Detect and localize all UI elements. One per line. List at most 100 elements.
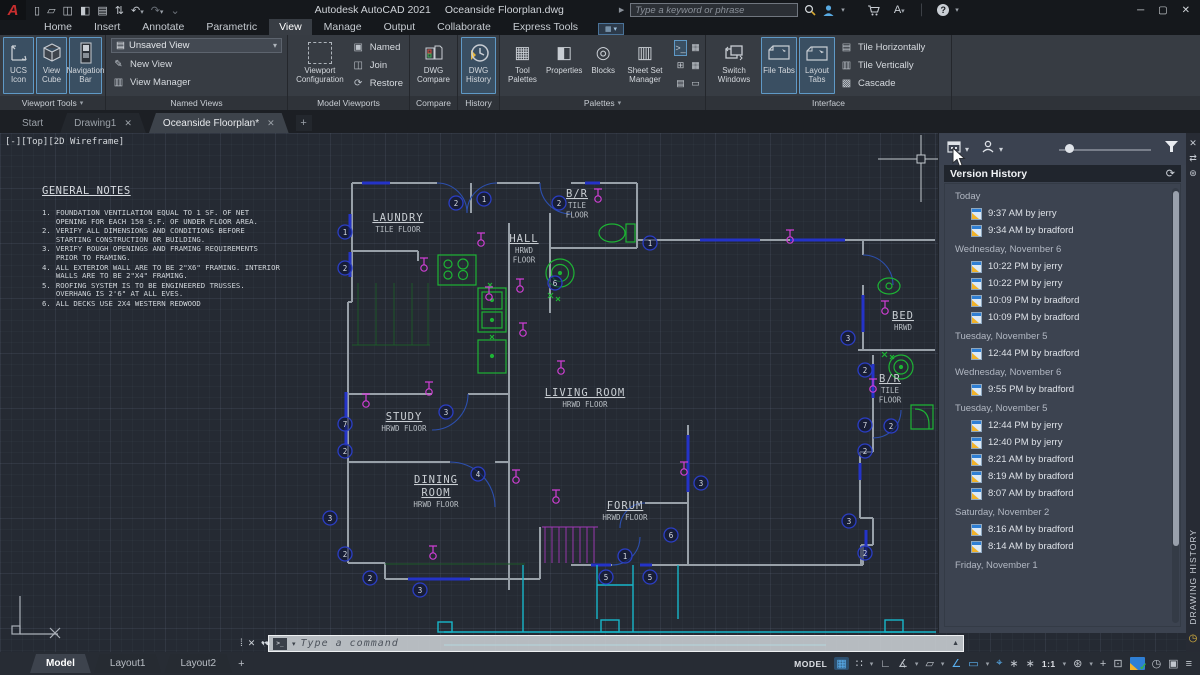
model-space-label[interactable]: MODEL	[794, 659, 827, 669]
polar-tracking-icon[interactable]: ∡	[898, 657, 908, 670]
join-viewport-button[interactable]: ◫ Join	[349, 57, 406, 75]
app-store-cart-icon[interactable]	[867, 4, 880, 16]
customization-menu-icon[interactable]: ≡	[1186, 658, 1192, 670]
new-layout-icon[interactable]: +	[238, 658, 244, 670]
ribbon-tab-output[interactable]: Output	[374, 19, 426, 35]
sign-in-user-icon[interactable]	[822, 4, 835, 17]
layout-tab-layout2[interactable]: Layout2	[164, 654, 232, 673]
autocad-logo-icon[interactable]: A	[0, 0, 26, 20]
panel-label-viewport-tools[interactable]: Viewport Tools ▾	[0, 96, 105, 110]
case-icon[interactable]: ▭	[689, 76, 702, 92]
version-entry[interactable]: 8:07 AM by bradford	[945, 485, 1180, 502]
scale-caret-icon[interactable]: ▾	[1063, 660, 1067, 668]
command-input[interactable]: >_ ▾ Type a command ▲	[268, 635, 964, 652]
panel-label-named-views[interactable]: Named Views	[106, 96, 287, 110]
help-icon[interactable]: ?	[937, 4, 950, 16]
annotation-visibility-icon[interactable]: ∗	[1026, 657, 1035, 670]
panel-label-interface[interactable]: Interface	[706, 96, 951, 110]
close-tab-icon[interactable]: ✕	[124, 118, 132, 129]
save-icon[interactable]: ◫	[63, 4, 73, 17]
version-entry[interactable]: 12:44 PM by bradford	[945, 345, 1180, 362]
close-button[interactable]: ✕	[1182, 5, 1190, 16]
isolate-objects-icon[interactable]: ⊡	[1113, 657, 1122, 670]
file-tab-start[interactable]: Start	[8, 113, 57, 133]
command-history-up-icon[interactable]: ▲	[952, 640, 959, 647]
search-input[interactable]: Type a keyword or phrase	[630, 3, 799, 17]
isometric-drafting-icon[interactable]: ▱	[925, 657, 933, 670]
clean-screen-icon[interactable]: ▣	[1168, 657, 1178, 670]
layout-tab-model[interactable]: Model	[30, 654, 91, 673]
version-range-slider[interactable]	[1059, 144, 1151, 154]
redo-icon[interactable]: ↷▾	[151, 4, 164, 17]
ortho-mode-icon[interactable]: ∟	[880, 658, 891, 670]
command-line-icon[interactable]: >_	[674, 39, 687, 56]
restore-button[interactable]: ▢	[1158, 5, 1167, 16]
file-tab-drawing1[interactable]: Drawing1 ✕	[60, 113, 146, 133]
user-caret-icon[interactable]: ▾	[841, 6, 845, 14]
tile-horizontally-button[interactable]: ▤ Tile Horizontally	[837, 39, 928, 57]
ribbon-tab-view[interactable]: View	[269, 19, 312, 35]
scrollbar-thumb[interactable]	[1172, 191, 1179, 546]
workspace-caret-icon[interactable]: ▾	[1089, 660, 1093, 668]
object-snap-icon[interactable]: ▭	[968, 657, 978, 670]
viewport-configuration-button[interactable]: Viewport Configuration	[291, 37, 349, 94]
command-bar-grip-icon[interactable]: ⁞	[240, 638, 243, 649]
drawing-history-status-icon[interactable]: ◷	[1152, 657, 1162, 670]
version-entry[interactable]: 10:22 PM by jerry	[945, 258, 1180, 275]
search-expand-icon[interactable]: ▶	[619, 6, 624, 14]
osnap-caret-icon[interactable]: ▾	[986, 660, 990, 668]
save-as-icon[interactable]: ◧	[80, 4, 90, 17]
open-file-icon[interactable]: ▱	[47, 4, 55, 17]
version-entry[interactable]: 8:14 AM by bradford	[945, 538, 1180, 555]
polar-caret-icon[interactable]: ▾	[915, 660, 919, 668]
version-entry[interactable]: 8:19 AM by bradford	[945, 468, 1180, 485]
version-entry[interactable]: 8:21 AM by bradford	[945, 451, 1180, 468]
command-prompt-icon[interactable]: >_	[273, 637, 287, 650]
command-bar-close-icon[interactable]: ✕	[248, 638, 256, 649]
layout-tabs-button[interactable]: Layout Tabs	[799, 37, 835, 94]
palette-close-icon[interactable]: ✕	[1189, 138, 1197, 153]
cascade-button[interactable]: ▩ Cascade	[837, 75, 928, 93]
slider-knob[interactable]	[1065, 144, 1074, 153]
blocks-button[interactable]: ◎ Blocks	[587, 37, 620, 94]
layout-tab-layout1[interactable]: Layout1	[94, 654, 162, 673]
version-entry[interactable]: 12:44 PM by jerry	[945, 417, 1180, 434]
version-entry[interactable]: 8:16 AM by bradford	[945, 521, 1180, 538]
refresh-icon[interactable]: ⟳	[1166, 167, 1175, 180]
file-tab-oceanside-floorplan[interactable]: Oceanside Floorplan* ✕	[149, 113, 289, 133]
version-entry[interactable]: 10:22 PM by jerry	[945, 275, 1180, 292]
drawing-canvas[interactable]: 1 2 2 1 2 6 1 3 2 7 2 2 3 2 7 2 3 4 3 2 2 3 5 1 5 6 3 LAUNDRY TILE …	[0, 133, 1200, 652]
workspace-switching-icon[interactable]: ⊛	[1073, 657, 1082, 670]
ribbon-tab-annotate[interactable]: Annotate	[132, 19, 194, 35]
annotation-scale[interactable]: 1:1	[1042, 659, 1056, 669]
version-entry[interactable]: 10:09 PM by bradford	[945, 309, 1180, 326]
ribbon-tab-insert[interactable]: Insert	[84, 19, 130, 35]
plot-icon[interactable]: ▤	[97, 4, 107, 17]
palette-properties-gear-icon[interactable]: ⊛	[1189, 168, 1197, 183]
version-entry[interactable]: 10:09 PM by bradford	[945, 292, 1180, 309]
ribbon-tab-parametric[interactable]: Parametric	[196, 19, 267, 35]
switch-windows-button[interactable]: Switch Windows	[709, 37, 759, 94]
palette-autohide-icon[interactable]: ⇄	[1189, 153, 1197, 168]
featured-apps-chip[interactable]: ▦ ▾	[598, 23, 625, 35]
search-icon[interactable]	[804, 4, 816, 16]
new-file-icon[interactable]: ▯	[34, 4, 40, 17]
properties-button[interactable]: ◧ Properties	[543, 37, 586, 94]
ribbon-tab-home[interactable]: Home	[34, 19, 82, 35]
ribbon-tab-express-tools[interactable]: Express Tools	[503, 19, 588, 35]
annotation-monitor-icon[interactable]: ∗	[1009, 657, 1018, 670]
view-cube-button[interactable]: View Cube	[36, 37, 67, 94]
ucs-icon-button[interactable]: UCS Icon	[3, 37, 34, 94]
view-dropdown[interactable]: ▤ Unsaved View ▾	[111, 38, 282, 53]
layer-panel-icon[interactable]: ▦	[689, 40, 702, 56]
file-tabs-button[interactable]: File Tabs	[761, 37, 797, 94]
help-caret-icon[interactable]: ▾	[955, 6, 959, 14]
user-filter-caret-icon[interactable]: ▾	[999, 145, 1003, 154]
version-entry[interactable]: 9:37 AM by jerry	[945, 205, 1180, 222]
dwg-history-button[interactable]: DWG History	[461, 37, 496, 94]
new-view-button[interactable]: ✎ New View	[109, 55, 284, 73]
version-entry[interactable]: 9:55 PM by bradford	[945, 381, 1180, 398]
save-status-icon[interactable]	[1129, 657, 1148, 673]
command-caret-icon[interactable]: ▾	[292, 640, 296, 648]
calculator-icon[interactable]: ▦	[689, 58, 702, 74]
